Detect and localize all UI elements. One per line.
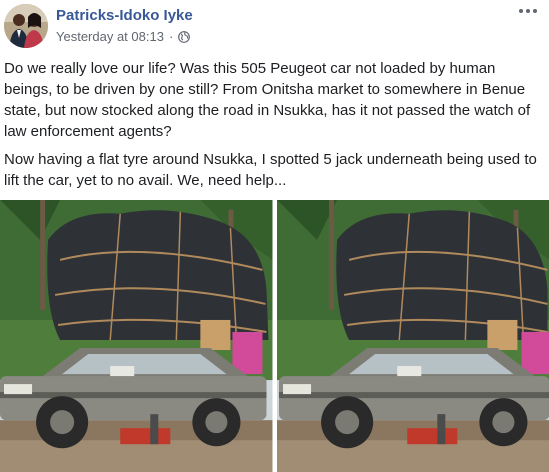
- post-timestamp[interactable]: Yesterday at 08:13: [56, 29, 164, 44]
- author-name[interactable]: Patricks-Idoko Iyke: [56, 7, 193, 24]
- post-header: Patricks-Idoko Iyke Yesterday at 08:13 ·: [0, 0, 549, 56]
- overloaded-car-photo: [276, 200, 549, 472]
- overloaded-car-photo: [0, 200, 273, 472]
- post-meta: Yesterday at 08:13 ·: [56, 29, 191, 44]
- avatar[interactable]: [4, 4, 48, 48]
- globe-icon[interactable]: [178, 30, 191, 43]
- avatar-image: [4, 4, 48, 48]
- post-paragraph: Do we really love our life? Was this 505…: [4, 60, 531, 140]
- post-photo-left[interactable]: [0, 200, 273, 472]
- photo-grid: [0, 200, 549, 472]
- post-paragraph: Now having a flat tyre around Nsukka, I …: [4, 151, 537, 189]
- meta-separator: ·: [168, 29, 174, 44]
- more-options-icon[interactable]: [515, 2, 541, 20]
- post-body: Do we really love our life? Was this 505…: [4, 58, 544, 198]
- post-photo-right[interactable]: [276, 200, 549, 472]
